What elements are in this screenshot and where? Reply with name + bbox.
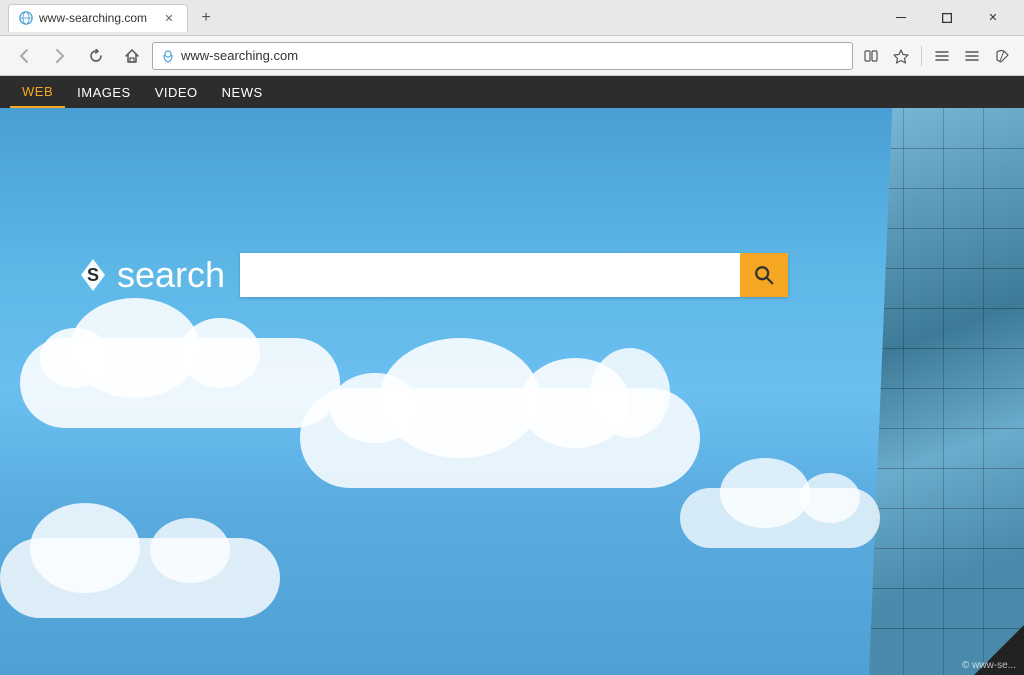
address-input-wrapper[interactable]: www-searching.com	[152, 42, 853, 70]
nav-menu: WEB IMAGES VIDEO NEWS	[0, 76, 1024, 108]
favorites-button[interactable]	[887, 42, 915, 70]
address-bar-actions	[857, 42, 1016, 70]
reading-view-button[interactable]	[857, 42, 885, 70]
forward-button[interactable]	[44, 40, 76, 72]
tab-close-button[interactable]: ✕	[161, 10, 177, 26]
minimize-button[interactable]	[878, 0, 924, 35]
watermark: © www-se...	[962, 660, 1016, 671]
logo-search-area: S search	[75, 253, 788, 297]
tab-favicon-icon	[19, 11, 33, 25]
nav-item-news[interactable]: NEWS	[210, 76, 275, 108]
main-content: S search © www-se...	[0, 108, 1024, 675]
cloud-1	[20, 338, 340, 428]
browser-tab[interactable]: www-searching.com ✕	[8, 4, 188, 32]
cloud-4	[0, 538, 280, 618]
tab-area: www-searching.com ✕ +	[8, 4, 878, 32]
search-button-icon	[753, 264, 775, 286]
building	[864, 108, 1024, 675]
annotation-button[interactable]	[988, 42, 1016, 70]
window-controls: ✕	[878, 0, 1016, 35]
svg-text:S: S	[87, 265, 99, 285]
more-button[interactable]	[958, 42, 986, 70]
address-bar: www-searching.com	[0, 35, 1024, 75]
search-box-wrapper	[240, 253, 788, 297]
maximize-button[interactable]	[924, 0, 970, 35]
hub-button[interactable]	[928, 42, 956, 70]
address-text[interactable]: www-searching.com	[181, 48, 844, 63]
back-button[interactable]	[8, 40, 40, 72]
brand-logo: S search	[75, 254, 225, 296]
separator	[921, 46, 922, 66]
nav-item-video[interactable]: VIDEO	[143, 76, 210, 108]
browser-chrome: www-searching.com ✕ + ✕	[0, 0, 1024, 76]
home-button[interactable]	[116, 40, 148, 72]
cloud-3	[680, 488, 880, 548]
cloud-2	[300, 388, 700, 488]
close-button[interactable]: ✕	[970, 0, 1016, 35]
site-security-icon	[161, 49, 175, 63]
nav-item-images[interactable]: IMAGES	[65, 76, 143, 108]
search-button[interactable]	[740, 253, 788, 297]
nav-item-web[interactable]: WEB	[10, 76, 65, 108]
search-input[interactable]	[240, 253, 740, 297]
logo-icon: S	[75, 257, 111, 293]
refresh-button[interactable]	[80, 40, 112, 72]
title-bar: www-searching.com ✕ + ✕	[0, 0, 1024, 35]
building-grid-lines	[869, 108, 1024, 675]
tab-title: www-searching.com	[39, 11, 147, 25]
brand-name: search	[117, 254, 225, 296]
new-tab-button[interactable]: +	[192, 4, 220, 32]
